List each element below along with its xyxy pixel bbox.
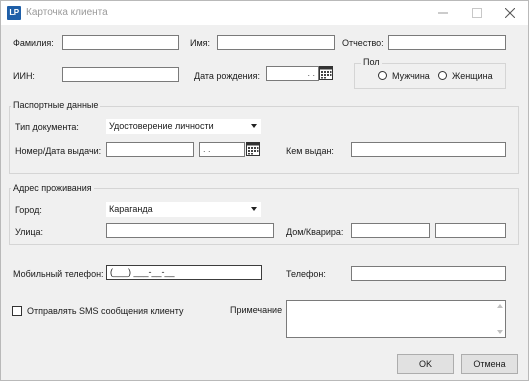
doc-type-select[interactable]: Удостоверение личности <box>106 119 261 134</box>
patronymic-label: Отчество: <box>342 38 384 48</box>
first-name-field[interactable] <box>217 35 335 50</box>
phone-label: Телефон: <box>286 269 326 279</box>
city-value: Караганда <box>109 204 153 214</box>
doc-type-label: Тип документа: <box>15 122 79 132</box>
scroll-up-icon[interactable] <box>497 304 503 308</box>
window-title: Карточка клиента <box>26 7 108 18</box>
doc-type-value: Удостоверение личности <box>109 121 214 131</box>
minimize-icon <box>438 12 448 14</box>
first-name-label: Имя: <box>190 38 211 48</box>
gender-male-label: Мужчина <box>392 71 430 81</box>
mobile-label: Мобильный телефон: <box>13 269 104 279</box>
note-label: Примечание <box>230 305 283 315</box>
city-select[interactable]: Караганда <box>106 202 261 217</box>
number-date-label: Номер/Дата выдачи: <box>15 146 102 156</box>
calendar-icon[interactable] <box>246 142 260 156</box>
street-field[interactable] <box>106 223 274 238</box>
gender-group-title: Пол <box>361 57 382 67</box>
city-label: Город: <box>15 205 42 215</box>
sms-checkbox-label[interactable]: Отправлять SMS сообщения клиенту <box>27 306 184 316</box>
maximize-icon <box>472 8 482 19</box>
iin-field[interactable] <box>62 67 179 82</box>
address-group-title: Адрес проживания <box>11 183 94 193</box>
cancel-button[interactable]: Отмена <box>461 354 518 374</box>
doc-number-field[interactable] <box>106 142 194 157</box>
gender-male-radio[interactable] <box>378 71 387 80</box>
passport-group-title: Паспортные данные <box>11 100 101 110</box>
last-name-label: Фамилия: <box>13 38 54 48</box>
chevron-down-icon <box>251 207 257 211</box>
close-button[interactable] <box>495 4 525 22</box>
iin-label: ИИН: <box>13 71 35 81</box>
mobile-phone-field[interactable]: (___) ___-__-__ <box>106 265 262 280</box>
gender-female-label: Женщина <box>452 71 493 81</box>
issue-date-field[interactable]: . . <box>199 142 245 157</box>
house-field[interactable] <box>351 223 430 238</box>
last-name-field[interactable] <box>62 35 179 50</box>
phone-field[interactable] <box>351 266 506 281</box>
issued-by-field[interactable] <box>351 142 506 157</box>
note-textarea[interactable] <box>286 300 506 338</box>
chevron-down-icon <box>251 124 257 128</box>
house-apt-label: Дом/Кварира: <box>286 227 344 237</box>
app-logo-icon: LP <box>7 6 21 20</box>
calendar-icon[interactable] <box>319 66 333 80</box>
gender-female-radio[interactable] <box>438 71 447 80</box>
title-bar[interactable]: LP Карточка клиента <box>1 1 528 25</box>
issued-by-label: Кем выдан: <box>286 146 334 156</box>
apartment-field[interactable] <box>435 223 506 238</box>
passport-group <box>9 106 519 174</box>
patronymic-field[interactable] <box>388 35 506 50</box>
birth-date-field[interactable]: . . <box>266 66 319 81</box>
minimize-button[interactable] <box>428 4 458 22</box>
ok-button[interactable]: OK <box>397 354 454 374</box>
street-label: Улица: <box>15 227 44 237</box>
scroll-down-icon[interactable] <box>497 330 503 334</box>
client-card-window: LP Карточка клиента Фамилия: Имя: Отчест… <box>0 0 529 381</box>
close-icon <box>504 7 516 19</box>
sms-checkbox[interactable] <box>12 306 22 316</box>
birth-date-label: Дата рождения: <box>194 71 260 81</box>
maximize-button[interactable] <box>462 4 492 22</box>
